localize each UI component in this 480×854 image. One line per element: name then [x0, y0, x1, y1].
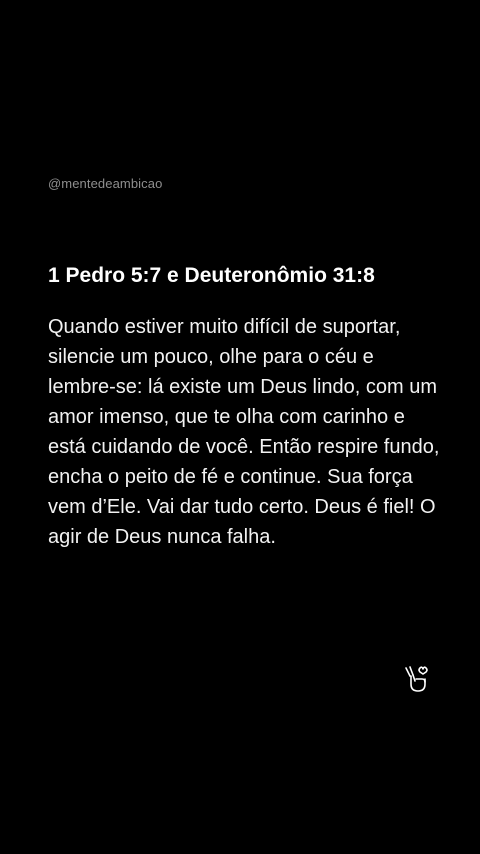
- account-handle: @mentedeambicao: [48, 176, 163, 191]
- post-title: 1 Pedro 5:7 e Deuteronômio 31:8: [48, 264, 375, 287]
- finger-heart-icon: [403, 664, 431, 694]
- post-body: Quando estiver muito difícil de suportar…: [48, 316, 440, 548]
